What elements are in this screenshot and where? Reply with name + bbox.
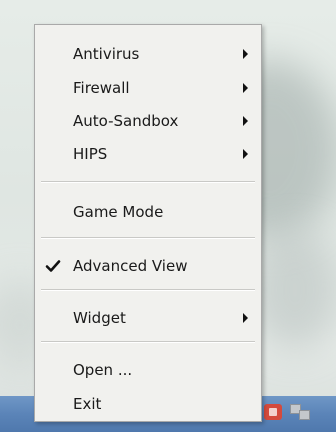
menu-separator <box>41 341 255 343</box>
network-icon[interactable] <box>290 404 310 420</box>
menu-item-auto-sandbox[interactable]: Auto-Sandbox <box>35 108 261 134</box>
submenu-arrow-icon <box>243 313 248 323</box>
shield-icon[interactable] <box>264 404 282 420</box>
menu-item-label: Widget <box>73 309 126 327</box>
submenu-arrow-icon <box>243 116 248 126</box>
menu-item-label: Open ... <box>73 361 133 379</box>
menu-item-label: Auto-Sandbox <box>73 112 179 130</box>
menu-item-label: Game Mode <box>73 203 164 221</box>
menu-item-exit[interactable]: Exit <box>35 391 261 417</box>
menu-item-label: Advanced View <box>73 257 188 275</box>
menu-separator <box>41 289 255 291</box>
menu-separator <box>41 237 255 239</box>
menu-item-open[interactable]: Open ... <box>35 357 261 383</box>
menu-item-game-mode[interactable]: Game Mode <box>35 199 261 225</box>
tray-context-menu: Antivirus Firewall Auto-Sandbox HIPS Gam… <box>34 24 262 422</box>
check-icon <box>45 260 61 272</box>
submenu-arrow-icon <box>243 149 248 159</box>
menu-item-firewall[interactable]: Firewall <box>35 75 261 101</box>
menu-item-label: HIPS <box>73 145 108 163</box>
menu-item-antivirus[interactable]: Antivirus <box>35 41 261 67</box>
menu-separator <box>41 181 255 183</box>
menu-item-widget[interactable]: Widget <box>35 305 261 331</box>
menu-item-hips[interactable]: HIPS <box>35 141 261 167</box>
menu-item-advanced-view[interactable]: Advanced View <box>35 253 261 279</box>
menu-item-label: Exit <box>73 395 102 413</box>
submenu-arrow-icon <box>243 83 248 93</box>
menu-item-label: Firewall <box>73 79 130 97</box>
menu-item-label: Antivirus <box>73 45 140 63</box>
submenu-arrow-icon <box>243 49 248 59</box>
